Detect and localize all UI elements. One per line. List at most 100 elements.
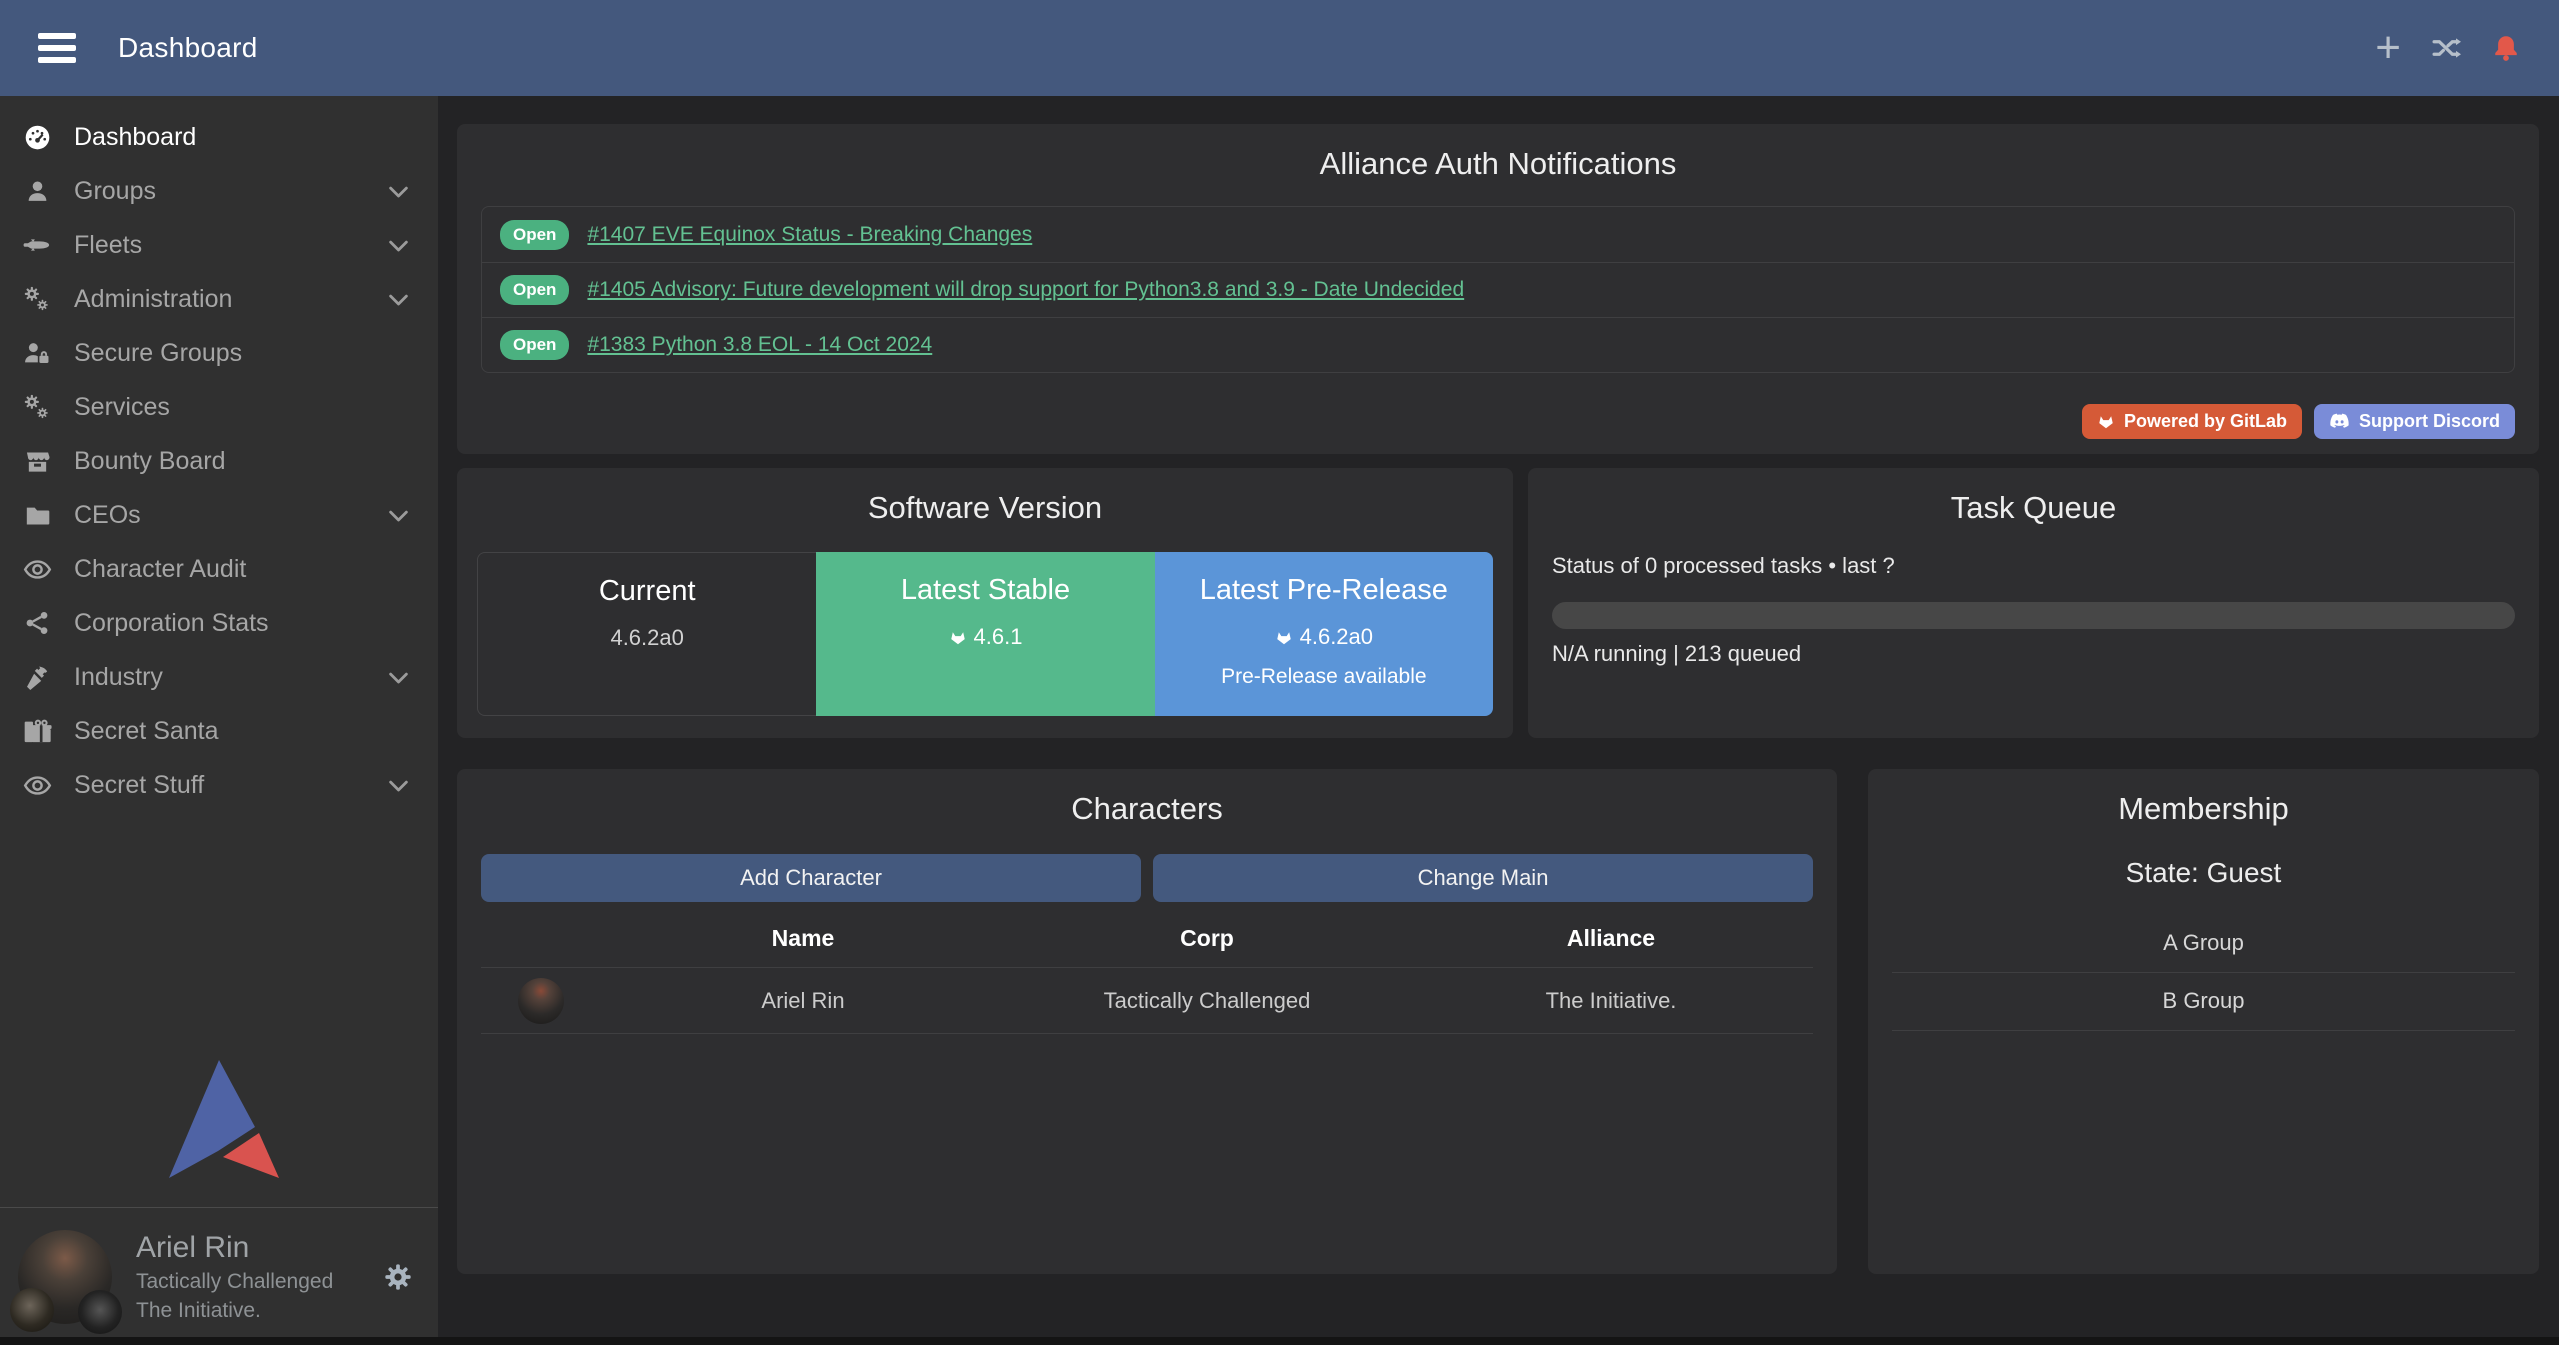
window-bottom-edge — [0, 1337, 2559, 1345]
sidebar-item-ceos[interactable]: CEOs — [0, 488, 438, 542]
sidebar-item-label: Character Audit — [74, 555, 246, 584]
user-name: Ariel Rin — [136, 1231, 333, 1265]
shop-icon — [0, 448, 74, 475]
sidebar-item-secure-groups[interactable]: Secure Groups — [0, 326, 438, 380]
sidebar-item-label: Dashboard — [74, 123, 196, 152]
character-corp: Tactically Challenged — [1005, 988, 1409, 1014]
version-card-value: 4.6.2a0 — [478, 625, 816, 651]
sidebar-item-bounty-board[interactable]: Bounty Board — [0, 434, 438, 488]
main-content: Alliance Auth Notifications Open#1407 EV… — [438, 96, 2559, 1345]
eye-icon — [0, 771, 74, 800]
version-card-value: 4.6.2a0 — [1155, 624, 1493, 650]
membership-title: Membership — [1868, 769, 2539, 827]
notification-row: Open#1407 EVE Equinox Status - Breaking … — [482, 207, 2514, 262]
version-card-current: Current4.6.2a0 — [477, 552, 816, 716]
notifications-bell-icon[interactable] — [2491, 33, 2521, 63]
discord-icon — [2329, 413, 2350, 430]
sidebar-item-secret-santa[interactable]: Secret Santa — [0, 704, 438, 758]
sidebar-item-label: Groups — [74, 177, 156, 206]
notification-row: Open #1383 Python 3.8 EOL - 14 Oct 2024 — [482, 317, 2514, 372]
character-name: Ariel Rin — [601, 988, 1005, 1014]
sidebar-item-label: Secure Groups — [74, 339, 242, 368]
sidebar-item-fleets[interactable]: Fleets — [0, 218, 438, 272]
task-queue-title: Task Queue — [1552, 468, 2515, 526]
powered-by-gitlab-badge[interactable]: Powered by GitLab — [2082, 404, 2302, 439]
task-progressbar — [1552, 602, 2515, 629]
add-character-button[interactable]: Add Character — [481, 854, 1141, 902]
gears-icon — [0, 392, 74, 422]
share-nodes-icon — [0, 610, 74, 636]
sidebar-item-character-audit[interactable]: Character Audit — [0, 542, 438, 596]
membership-state: State: Guest — [1868, 857, 2539, 889]
character-portrait — [518, 978, 564, 1024]
menu-toggle-icon[interactable] — [38, 33, 76, 63]
badge-label: Support Discord — [2359, 411, 2500, 432]
membership-group-list: A GroupB Group — [1892, 915, 2515, 1031]
version-number: 4.6.2a0 — [1300, 624, 1373, 650]
notification-link[interactable]: #1405 Advisory: Future development will … — [587, 278, 1464, 302]
characters-table: NameCorpAlliance Ariel RinTactically Cha… — [481, 910, 1813, 1034]
status-badge: Open — [500, 330, 569, 360]
sidebar-item-dashboard[interactable]: Dashboard — [0, 110, 438, 164]
sidebar-item-label: Fleets — [74, 231, 142, 260]
user-icon — [0, 179, 74, 204]
user-corp: Tactically Challenged — [136, 1270, 333, 1294]
software-version-panel: Software Version Current4.6.2a0Latest St… — [457, 468, 1513, 738]
sidebar-item-corporation-stats[interactable]: Corporation Stats — [0, 596, 438, 650]
sidebar-item-label: CEOs — [74, 501, 141, 530]
badge-label: Powered by GitLab — [2124, 411, 2287, 432]
shuffle-icon[interactable] — [2431, 33, 2461, 63]
sidebar-menu: Dashboard Groups Fleets Administration S… — [0, 96, 438, 812]
alliance-auth-logo — [0, 1057, 438, 1181]
notification-link[interactable]: #1383 Python 3.8 EOL - 14 Oct 2024 — [587, 333, 932, 357]
external-badges: Powered by GitLab Support Discord — [2082, 404, 2515, 439]
characters-table-header: NameCorpAlliance — [481, 910, 1813, 968]
chevron-down-icon — [385, 232, 412, 259]
characters-title: Characters — [457, 769, 1837, 827]
membership-group-item: B Group — [1892, 973, 2515, 1031]
corp-logo-badge — [10, 1288, 54, 1332]
version-card-title: Latest Pre-Release — [1155, 574, 1493, 607]
sidebar-item-secret-stuff[interactable]: Secret Stuff — [0, 758, 438, 812]
chevron-down-icon — [385, 286, 412, 313]
change-main-button[interactable]: Change Main — [1153, 854, 1813, 902]
chevron-down-icon — [385, 772, 412, 799]
space-shuttle-icon — [0, 231, 74, 259]
column-header-corp: Corp — [1005, 925, 1409, 952]
plus-icon[interactable]: + — [2375, 34, 2401, 62]
top-navbar: Dashboard + — [0, 0, 2559, 96]
notification-link[interactable]: #1407 EVE Equinox Status - Breaking Chan… — [587, 223, 1032, 247]
user-settings-gear-icon[interactable] — [382, 1261, 414, 1293]
gitlab-icon — [1275, 629, 1293, 646]
task-queue-counts: N/A running | 213 queued — [1552, 641, 2515, 667]
task-queue-panel: Task Queue Status of 0 processed tasks •… — [1528, 468, 2539, 738]
status-badge: Open — [500, 275, 569, 305]
sidebar-item-label: Industry — [74, 663, 163, 692]
version-card-title: Latest Stable — [816, 574, 1154, 607]
software-version-title: Software Version — [457, 468, 1513, 526]
characters-buttons: Add CharacterChange Main — [481, 854, 1813, 902]
notifications-list: Open #1407 EVE Equinox Status - Breaking … — [481, 206, 2515, 373]
sidebar-item-services[interactable]: Services — [0, 380, 438, 434]
sidebar-item-industry[interactable]: Industry — [0, 650, 438, 704]
sidebar-item-label: Secret Santa — [74, 717, 219, 746]
alliance-logo-badge — [78, 1290, 122, 1334]
user-alliance: The Initiative. — [136, 1299, 333, 1323]
membership-group-item: A Group — [1892, 915, 2515, 973]
column-header-alliance: Alliance — [1409, 925, 1813, 952]
version-card-value: 4.6.1 — [816, 624, 1154, 650]
character-row: Ariel RinTactically ChallengedThe Initia… — [481, 968, 1813, 1034]
alliance-auth-notifications-panel: Alliance Auth Notifications Open#1407 EV… — [457, 124, 2539, 454]
chevron-down-icon — [385, 502, 412, 529]
sidebar-item-administration[interactable]: Administration — [0, 272, 438, 326]
sidebar-item-groups[interactable]: Groups — [0, 164, 438, 218]
gifts-icon — [0, 718, 74, 745]
gitlab-icon — [949, 629, 967, 646]
support-discord-badge[interactable]: Support Discord — [2314, 404, 2515, 439]
page-title: Dashboard — [118, 32, 258, 64]
gitlab-icon — [2097, 413, 2115, 430]
version-card-prerelease: Latest Pre-Release 4.6.2a0Pre-Release av… — [1155, 552, 1493, 716]
user-panel: Ariel Rin Tactically Challenged The Init… — [0, 1207, 438, 1345]
character-alliance: The Initiative. — [1409, 988, 1813, 1014]
characters-panel: Characters Add CharacterChange Main Name… — [457, 769, 1837, 1274]
